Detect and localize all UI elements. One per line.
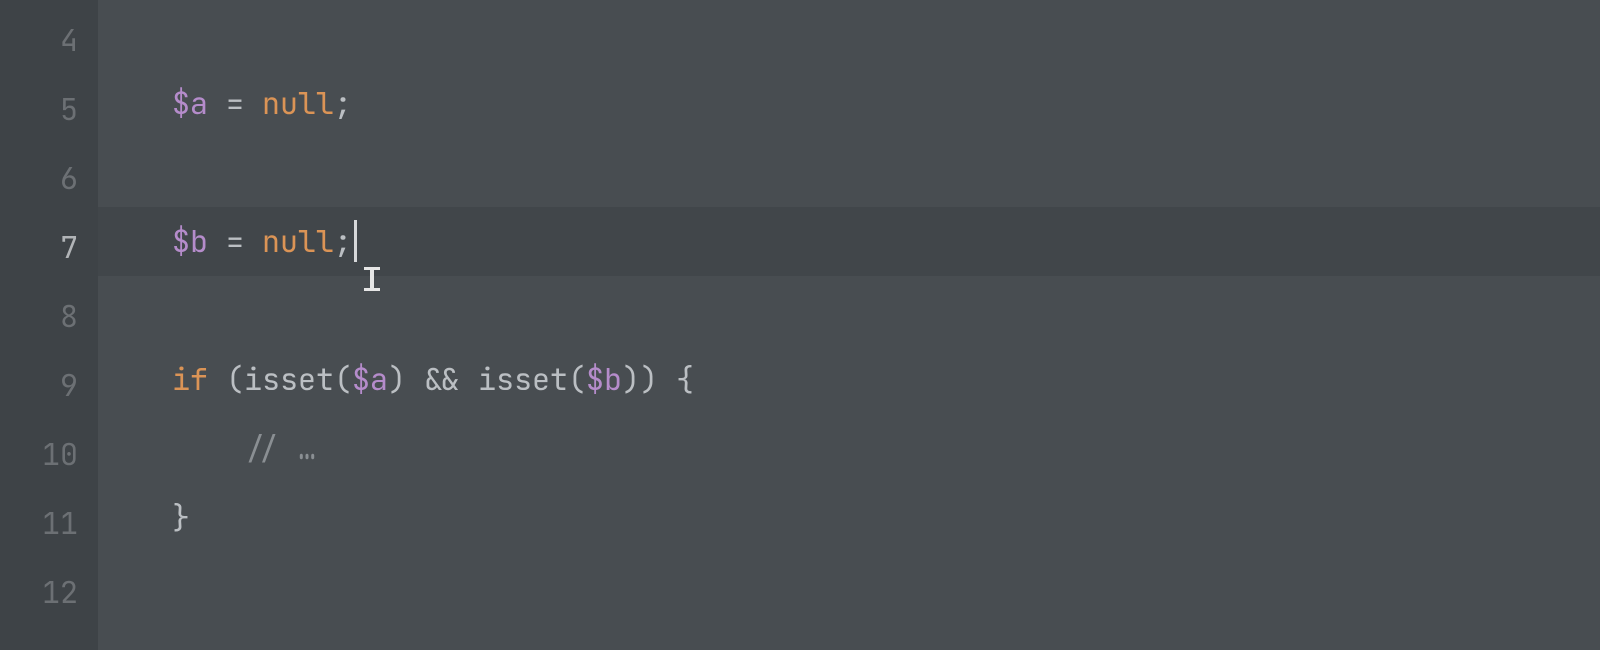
code-token: isset — [244, 359, 334, 399]
gutter-separator — [98, 0, 160, 650]
code-line[interactable] — [160, 138, 1600, 207]
code-line[interactable]: $b = null; — [160, 207, 1600, 276]
code-token: = — [208, 83, 262, 123]
code-token: && — [424, 359, 460, 399]
code-token: $a — [172, 83, 208, 123]
code-editor[interactable]: 456789101112 $a = null;$b = null;if (iss… — [0, 0, 1600, 650]
code-line[interactable]: // … — [160, 414, 1600, 483]
code-token: $b — [172, 221, 208, 261]
line-number-gutter: 456789101112 — [0, 0, 98, 650]
text-caret — [354, 220, 357, 262]
code-token: $a — [352, 359, 388, 399]
line-number: 5 — [0, 75, 78, 144]
line-number: 11 — [0, 489, 78, 558]
code-line[interactable]: $a = null; — [160, 69, 1600, 138]
code-token: ; — [334, 83, 352, 123]
code-line[interactable] — [160, 276, 1600, 345]
line-number: 4 — [0, 6, 78, 75]
code-token: )) { — [622, 359, 694, 399]
code-token: isset — [460, 359, 568, 399]
code-token: if — [172, 359, 208, 399]
code-line[interactable]: } — [160, 483, 1600, 552]
code-token: } — [172, 497, 190, 537]
line-number: 12 — [0, 558, 78, 627]
code-token: ( — [208, 359, 244, 399]
code-line[interactable] — [160, 0, 1600, 69]
code-token: // … — [172, 428, 316, 468]
code-token: ; — [334, 221, 352, 261]
code-token: null — [262, 221, 334, 261]
code-token: $b — [586, 359, 622, 399]
code-token: = — [208, 221, 262, 261]
line-number: 8 — [0, 282, 78, 351]
code-line[interactable]: if (isset($a) && isset($b)) { — [160, 345, 1600, 414]
code-token: null — [262, 83, 334, 123]
line-number: 7 — [0, 213, 78, 282]
line-number: 9 — [0, 351, 78, 420]
code-line[interactable] — [160, 552, 1600, 621]
code-area[interactable]: $a = null;$b = null;if (isset($a) && iss… — [160, 0, 1600, 650]
code-token: ( — [334, 359, 352, 399]
line-number: 6 — [0, 144, 78, 213]
code-token: ) — [388, 359, 424, 399]
code-token: ( — [568, 359, 586, 399]
line-number: 10 — [0, 420, 78, 489]
